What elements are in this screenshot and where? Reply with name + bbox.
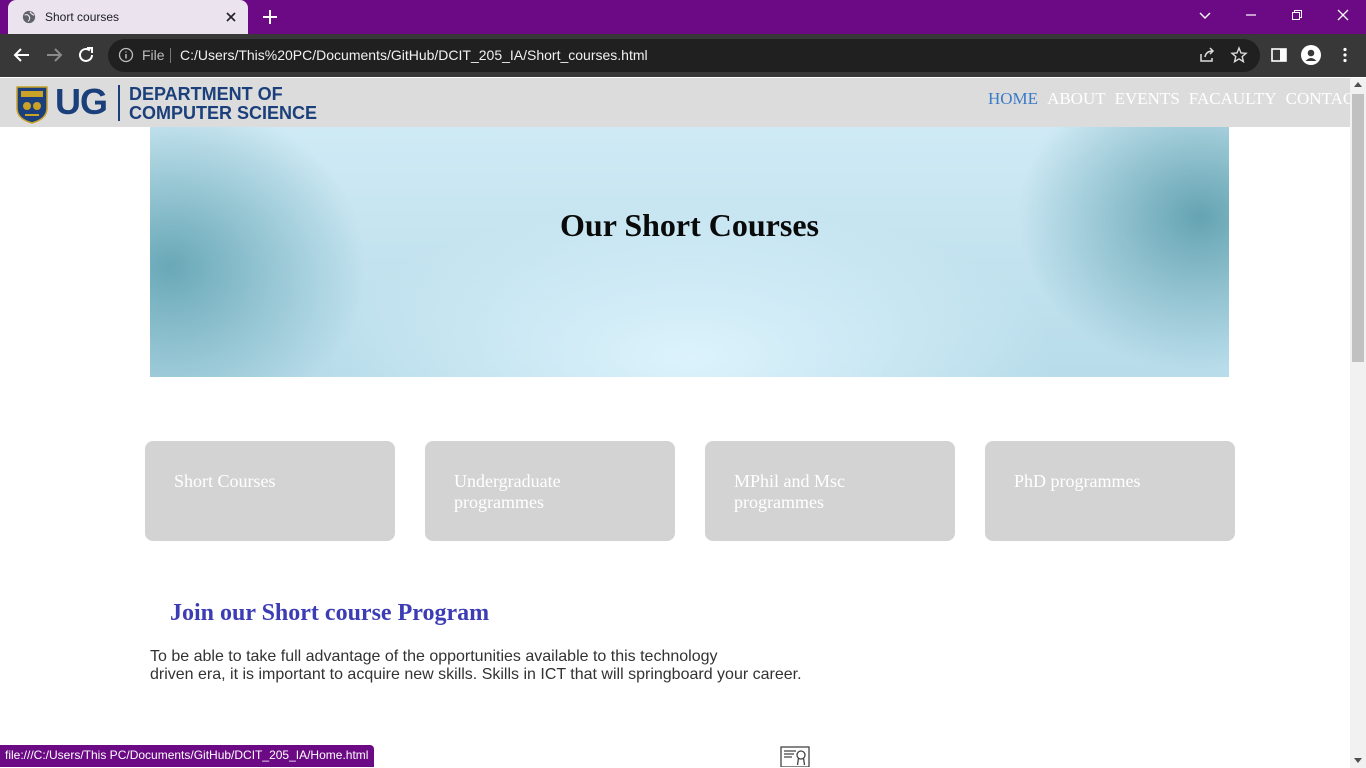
certificate-icon (780, 746, 810, 767)
address-separator (170, 48, 171, 63)
address-bar[interactable]: File C:/Users/This%20PC/Documents/GitHub… (108, 39, 1260, 72)
restore-icon (1292, 10, 1302, 20)
scrollbar-thumb[interactable] (1352, 94, 1364, 362)
department-line-1: DEPARTMENT OF (129, 84, 283, 104)
minimize-button[interactable] (1228, 0, 1274, 30)
chevron-down-icon (1199, 12, 1211, 19)
card-mphil-msc[interactable]: MPhil and Msc programmes (705, 441, 955, 541)
join-heading: Join our Short course Program (170, 600, 490, 626)
logo-text: UG (55, 81, 108, 122)
join-paragraph-line-1: To be able to take full advantage of the… (150, 648, 718, 665)
nav-events[interactable]: EVENTS (1115, 89, 1180, 109)
info-icon[interactable] (118, 47, 134, 63)
page-scrollbar[interactable] (1350, 78, 1366, 768)
bookmark-star-icon[interactable] (1230, 46, 1248, 64)
menu-kebab-icon[interactable] (1336, 46, 1354, 64)
main-nav: HOME ABOUT EVENTS FACAULTY CONTACT (988, 89, 1350, 109)
browser-tab[interactable]: Short courses (8, 0, 248, 34)
nav-about[interactable]: ABOUT (1047, 89, 1106, 109)
browser-toolbar: File C:/Users/This%20PC/Documents/GitHub… (0, 34, 1366, 77)
nav-home[interactable]: HOME (988, 89, 1038, 109)
close-icon (1337, 9, 1349, 21)
minimize-icon (1246, 14, 1256, 16)
scroll-up-arrow-icon[interactable] (1354, 82, 1362, 87)
logo-divider (118, 85, 120, 121)
card-phd[interactable]: PhD programmes (985, 441, 1235, 541)
page-viewport: UG DEPARTMENT OF COMPUTER SCIENCE HOME A… (0, 78, 1350, 768)
site-header: UG DEPARTMENT OF COMPUTER SCIENCE HOME A… (0, 78, 1350, 127)
hero-banner: Our Short Courses (150, 127, 1229, 377)
nav-faculty[interactable]: FACAULTY (1189, 89, 1277, 109)
close-window-button[interactable] (1320, 0, 1366, 30)
address-scheme-label: File (142, 47, 165, 63)
tab-title: Short courses (45, 10, 120, 24)
forward-arrow-icon[interactable] (43, 44, 65, 66)
restore-button[interactable] (1274, 0, 1320, 30)
ug-crest-logo[interactable] (15, 84, 49, 124)
close-tab-icon[interactable] (223, 9, 239, 25)
address-url[interactable]: C:/Users/This%20PC/Documents/GitHub/DCIT… (180, 47, 648, 63)
side-panel-icon[interactable] (1270, 46, 1288, 64)
join-paragraph-line-2: driven era, it is important to acquire n… (150, 666, 802, 683)
card-short-courses[interactable]: Short Courses (145, 441, 395, 541)
browser-tab-strip: Short courses (0, 0, 1366, 34)
reload-icon[interactable] (75, 44, 97, 66)
back-arrow-icon[interactable] (11, 44, 33, 66)
scroll-down-arrow-icon[interactable] (1354, 758, 1362, 763)
share-icon[interactable] (1198, 46, 1216, 64)
hero-title: Our Short Courses (560, 207, 819, 243)
join-paragraph: To be able to take full advantage of the… (150, 648, 830, 684)
card-undergraduate[interactable]: Undergraduate programmes (425, 441, 675, 541)
globe-icon (22, 10, 36, 24)
department-name: DEPARTMENT OF COMPUTER SCIENCE (129, 85, 317, 123)
new-tab-icon[interactable] (260, 7, 280, 27)
profile-avatar-icon[interactable] (1301, 45, 1321, 65)
status-bar-link-preview: file:///C:/Users/This PC/Documents/GitHu… (0, 745, 375, 767)
nav-contact[interactable]: CONTACT (1286, 89, 1350, 109)
department-line-2: COMPUTER SCIENCE (129, 103, 318, 123)
tab-search-button[interactable] (1182, 0, 1228, 30)
